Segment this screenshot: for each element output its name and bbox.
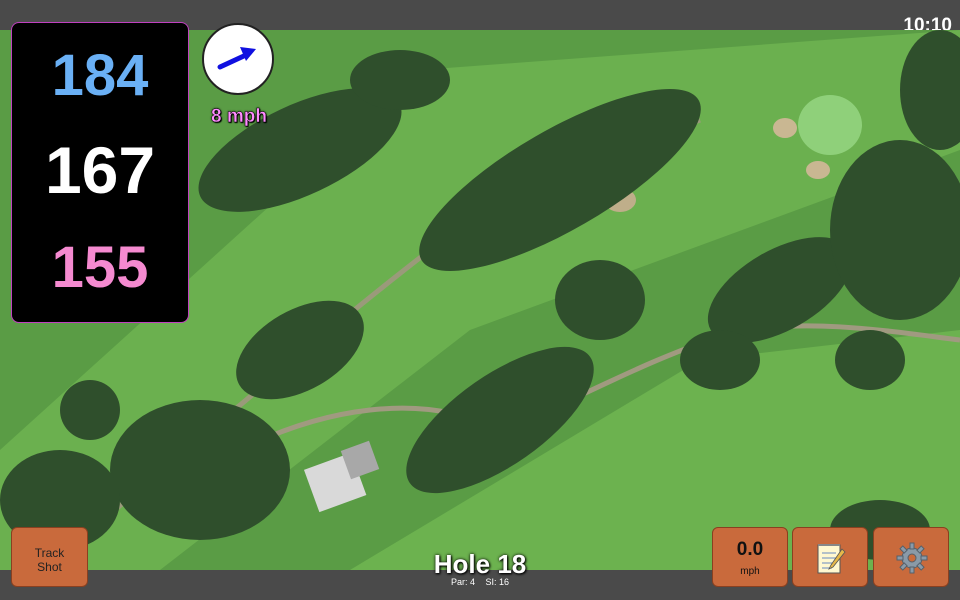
speed-value: 0.0 xyxy=(736,539,764,560)
distance-back: 184 xyxy=(51,43,149,108)
speed-button[interactable]: 0.0 mph xyxy=(712,527,788,587)
arrow-icon xyxy=(217,47,256,70)
wind-speed: 8 mph xyxy=(211,106,267,127)
speed-unit: mph xyxy=(740,566,760,577)
gear-icon xyxy=(896,542,928,574)
track-shot-button[interactable]: Track Shot xyxy=(11,527,88,587)
notepad-icon xyxy=(817,544,846,574)
settings-button[interactable] xyxy=(873,527,949,587)
hole-info: Par: 4 SI: 16 xyxy=(380,577,580,587)
track-shot-label: Track Shot xyxy=(34,546,65,574)
hole-par: Par: 4 xyxy=(450,577,475,587)
distance-panel: 184 167 155 xyxy=(11,22,189,323)
distance-middle: 167 xyxy=(44,133,156,207)
hole-title: Hole 18 xyxy=(433,549,527,579)
hole-stroke-index: SI: 16 xyxy=(485,577,510,587)
wind-indicator xyxy=(202,23,274,95)
notes-button[interactable] xyxy=(792,527,868,587)
distance-front: 155 xyxy=(51,235,149,300)
